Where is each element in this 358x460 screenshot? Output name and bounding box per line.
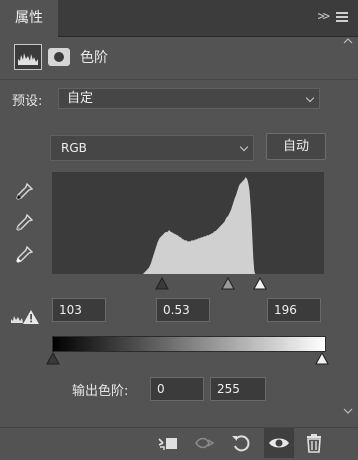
black-point-eyedropper-icon[interactable] [12,180,36,204]
chevron-down-icon [305,93,315,103]
output-white-handle[interactable] [315,352,329,365]
preset-value: 自定 [67,91,94,106]
adjustment-title: 色阶 [80,50,108,66]
scroll-up-icon[interactable] [343,36,353,46]
gray-point-eyedropper-icon[interactable] [12,211,36,235]
chevron-down-icon [239,142,249,152]
levels-adjustment-icon[interactable] [14,44,42,70]
channel-value: RGB [61,141,87,155]
input-white-field[interactable]: 196 [267,298,321,322]
view-previous-state-icon[interactable] [194,431,218,455]
preset-label: 预设: [12,94,43,109]
input-black-field[interactable]: 103 [52,298,106,322]
white-point-eyedropper-icon[interactable] [12,243,36,267]
input-gamma-handle[interactable] [221,277,235,290]
output-black-handle[interactable] [46,352,60,365]
panel-menu-icon[interactable] [336,12,348,22]
output-levels-slider[interactable] [45,352,333,366]
layer-mask-icon[interactable] [48,48,70,66]
output-black-field[interactable]: 0 [150,377,204,401]
clip-to-layer-icon[interactable] [156,431,180,455]
auto-button[interactable]: 自动 [266,133,326,160]
output-white-field[interactable]: 255 [210,377,266,401]
toggle-visibility-icon[interactable] [267,431,291,455]
output-gradient-bar [52,336,326,352]
divider [0,79,358,80]
input-gamma-field[interactable]: 0.53 [156,298,210,322]
levels-histogram-glyph [18,53,38,65]
input-black-handle[interactable] [155,277,169,290]
scroll-down-icon[interactable] [343,406,353,416]
tab-properties[interactable]: 属性 [0,0,58,37]
delete-icon[interactable] [302,431,326,455]
preset-dropdown[interactable]: 自定 [58,88,320,109]
input-white-handle[interactable] [253,277,267,290]
collapse-panel-button[interactable]: >> [318,9,331,23]
input-levels-slider[interactable] [52,277,324,291]
clipping-warning-icon[interactable] [10,308,40,326]
histogram [52,172,324,274]
reset-icon[interactable] [229,431,253,455]
output-levels-label: 输出色阶: [72,384,129,399]
channel-dropdown[interactable]: RGB [50,135,254,161]
